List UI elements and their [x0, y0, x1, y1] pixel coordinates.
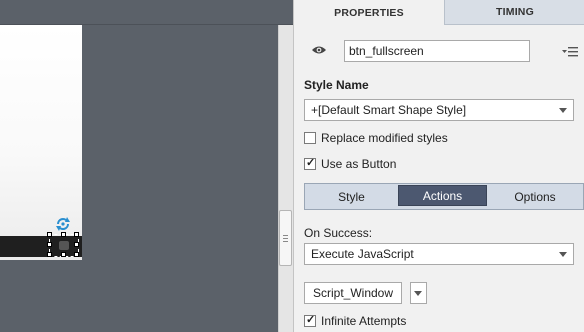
use-as-button-row[interactable]: ✓ Use as Button: [304, 157, 396, 171]
scrollbar-thumb[interactable]: [279, 210, 292, 266]
eye-icon[interactable]: [311, 45, 327, 55]
panel-tabs: PROPERTIES TIMING: [294, 0, 584, 25]
selected-button-object[interactable]: [47, 232, 79, 257]
resize-handle[interactable]: [74, 242, 79, 247]
object-name-field[interactable]: btn_fullscreen: [344, 40, 530, 62]
subtab-options[interactable]: Options: [487, 184, 583, 209]
use-as-button-label: Use as Button: [321, 157, 397, 171]
subtab-bar: Style Actions Options: [304, 183, 584, 210]
chevron-down-icon: [559, 252, 567, 257]
canvas-top-strip: [0, 0, 293, 25]
resize-handle[interactable]: [61, 252, 66, 257]
style-name-value: +[Default Smart Shape Style]: [311, 103, 467, 117]
properties-panel: PROPERTIES TIMING btn_fullscreen Style N…: [293, 0, 584, 332]
resize-handle[interactable]: [47, 232, 52, 237]
style-name-label: Style Name: [304, 78, 369, 92]
resize-handle[interactable]: [47, 242, 52, 247]
resize-handle[interactable]: [61, 232, 66, 237]
checkmark-icon: ✓: [306, 314, 316, 326]
grip-line: [283, 238, 288, 239]
subtab-style[interactable]: Style: [305, 184, 398, 209]
vertical-scrollbar[interactable]: [278, 25, 293, 332]
menu-lines-icon[interactable]: [562, 46, 578, 58]
fullscreen-button-shape[interactable]: [59, 241, 69, 250]
grip-line: [283, 235, 288, 236]
resize-handle[interactable]: [47, 252, 52, 257]
infinite-attempts-row[interactable]: ✓ Infinite Attempts: [304, 314, 406, 328]
replace-modified-styles-label: Replace modified styles: [321, 131, 448, 145]
on-success-label: On Success:: [304, 226, 373, 240]
replace-modified-styles-checkbox[interactable]: [304, 132, 316, 144]
subtab-actions[interactable]: Actions: [398, 185, 487, 206]
style-name-dropdown[interactable]: +[Default Smart Shape Style]: [304, 99, 574, 121]
script-window-dropdown[interactable]: [410, 282, 427, 304]
chevron-down-icon: [414, 291, 422, 296]
use-as-button-checkbox[interactable]: ✓: [304, 157, 316, 170]
canvas-lower-area: [0, 260, 82, 332]
script-window-button[interactable]: Script_Window: [304, 282, 402, 304]
chevron-down-icon: [559, 108, 567, 113]
resize-handle[interactable]: [74, 252, 79, 257]
canvas-gray-area: [82, 25, 278, 332]
rotate-handle-icon[interactable]: [54, 216, 72, 232]
tab-timing[interactable]: TIMING: [444, 0, 584, 25]
infinite-attempts-checkbox[interactable]: ✓: [304, 314, 316, 327]
infinite-attempts-label: Infinite Attempts: [321, 314, 407, 328]
on-success-value: Execute JavaScript: [311, 247, 414, 261]
replace-modified-styles-row[interactable]: Replace modified styles: [304, 131, 448, 145]
on-success-dropdown[interactable]: Execute JavaScript: [304, 243, 574, 265]
checkmark-icon: ✓: [306, 157, 316, 169]
tab-properties[interactable]: PROPERTIES: [294, 0, 444, 25]
grip-line: [283, 241, 288, 242]
resize-handle[interactable]: [74, 232, 79, 237]
